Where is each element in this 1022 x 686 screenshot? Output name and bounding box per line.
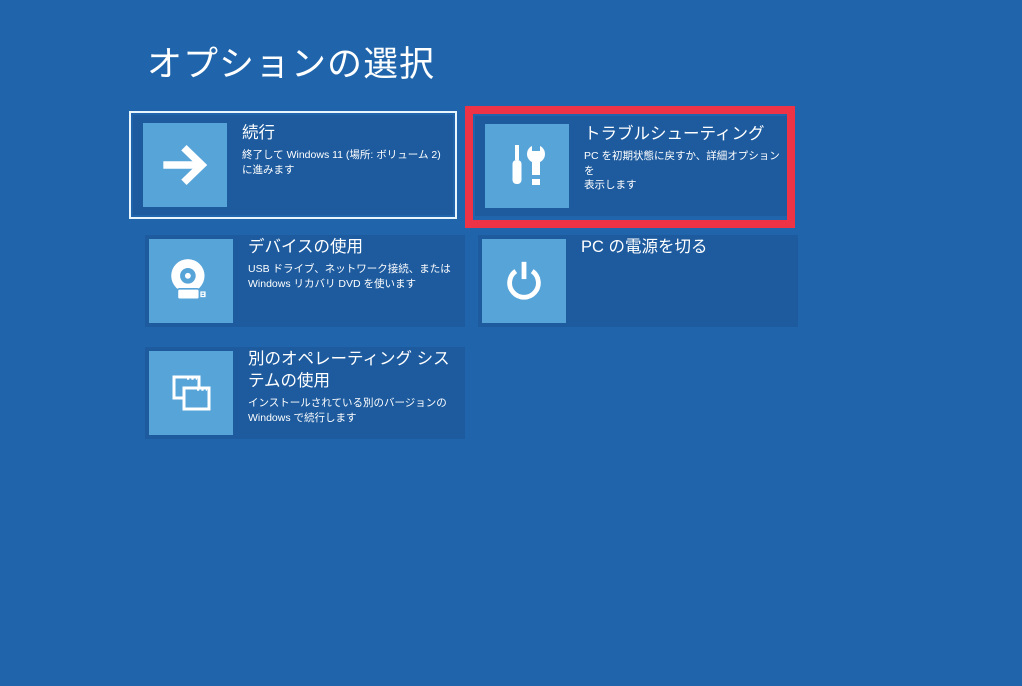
tile-other-os-title: 別のオペレーティング シス テムの使用 bbox=[248, 350, 450, 390]
tile-power-off[interactable]: PC の電源を切る bbox=[478, 235, 798, 327]
tile-power-off-title: PC の電源を切る bbox=[581, 238, 708, 256]
tools-icon bbox=[485, 124, 569, 208]
tile-use-device-title: デバイスの使用 bbox=[248, 238, 364, 256]
tile-troubleshoot-title: トラブルシューティング bbox=[584, 125, 765, 143]
tile-troubleshoot-description: PC を初期状態に戻すか、詳細オプションを 表示します bbox=[584, 150, 780, 191]
tile-continue-description: 終了して Windows 11 (場所: ボリューム 2) に進みます bbox=[242, 149, 441, 176]
tile-other-os-description: インストールされている別のバージョンの Windows で続行します bbox=[248, 397, 447, 424]
tile-troubleshoot[interactable]: トラブルシューティング PC を初期状態に戻すか、詳細オプションを 表示します bbox=[475, 116, 791, 216]
arrow-right-icon bbox=[143, 123, 227, 207]
tile-use-device-description: USB ドライブ、ネットワーク接続、または Windows リカバリ DVD を… bbox=[248, 263, 451, 290]
windows-icon bbox=[149, 351, 233, 435]
tile-other-os[interactable]: 別のオペレーティング シス テムの使用 インストールされている別のバージョンの … bbox=[145, 347, 465, 439]
page-title: オプションの選択 bbox=[147, 45, 436, 84]
winre-choose-option-screen: オプションの選択 続行 終了して Windows 11 (場所: ボリューム 2… bbox=[0, 0, 1022, 686]
tile-continue-title: 続行 bbox=[242, 124, 275, 142]
tile-use-device[interactable]: デバイスの使用 USB ドライブ、ネットワーク接続、または Windows リカ… bbox=[145, 235, 465, 327]
power-icon bbox=[482, 239, 566, 323]
disc-usb-icon bbox=[149, 239, 233, 323]
tile-continue[interactable]: 続行 終了して Windows 11 (場所: ボリューム 2) に進みます bbox=[133, 115, 453, 215]
